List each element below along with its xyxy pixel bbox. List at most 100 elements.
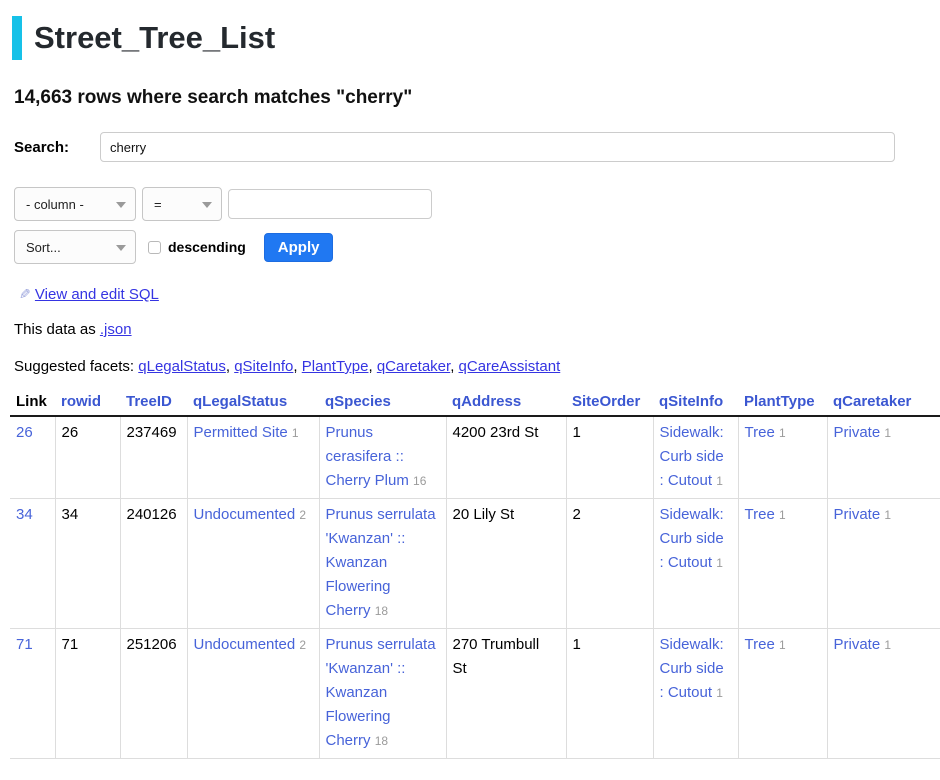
cell-qaddress: 270 Trumbull St: [446, 629, 566, 759]
facet-value-link[interactable]: Sidewalk: Curb side : Cutout: [660, 506, 724, 571]
cell-link: 34: [10, 499, 55, 629]
chevron-down-icon: [202, 202, 212, 208]
cell-treeid: 251206: [120, 629, 187, 759]
facets-label: Suggested facets:: [14, 358, 134, 375]
cell-qspecies: Prunus serrulata 'Kwanzan' :: Kwanzan Fl…: [319, 629, 446, 759]
results-table: Link rowid TreeID qLegalStatus qSpecies …: [10, 391, 940, 759]
data-as-label: This data as: [14, 321, 96, 338]
pencil-icon: ✎: [19, 286, 31, 303]
column-select[interactable]: - column -: [14, 187, 136, 221]
chevron-down-icon: [116, 245, 126, 251]
facet-link-qsiteinfo[interactable]: qSiteInfo: [234, 358, 293, 375]
facet-value-link[interactable]: Private: [834, 424, 881, 441]
column-header-treeid: TreeID: [120, 391, 187, 416]
operator-select-value: =: [154, 197, 162, 212]
cell-treeid: 237469: [120, 416, 187, 499]
cell-planttype: Tree 1: [738, 499, 827, 629]
facet-value-link[interactable]: Private: [834, 506, 881, 523]
column-header-planttype: PlantType: [738, 391, 827, 416]
cell-qsiteinfo: Sidewalk: Curb side : Cutout 1: [653, 499, 738, 629]
cell-qsiteinfo: Sidewalk: Curb side : Cutout 1: [653, 416, 738, 499]
facet-value-link[interactable]: Prunus serrulata 'Kwanzan' :: Kwanzan Fl…: [326, 636, 436, 749]
facet-count: 1: [716, 556, 723, 570]
facet-count: 1: [884, 426, 891, 440]
cell-siteorder: 1: [566, 629, 653, 759]
table-row: 71 71 251206 Undocumented 2 Prunus serru…: [10, 629, 940, 759]
sort-select[interactable]: Sort...: [14, 230, 136, 264]
search-input[interactable]: [100, 132, 895, 162]
cell-qsiteinfo: Sidewalk: Curb side : Cutout 1: [653, 629, 738, 759]
filter-row: - column - =: [14, 187, 940, 221]
facet-count: 2: [299, 508, 306, 522]
facet-link-planttype[interactable]: PlantType: [302, 358, 369, 375]
facet-link-qlegalstatus[interactable]: qLegalStatus: [138, 358, 226, 375]
table-row: 26 26 237469 Permitted Site 1 Prunus cer…: [10, 416, 940, 499]
search-row: Search:: [14, 132, 895, 162]
cell-rowid: 26: [55, 416, 120, 499]
facet-count: 18: [375, 734, 388, 748]
column-header-qspecies: qSpecies: [319, 391, 446, 416]
row-link[interactable]: 34: [16, 506, 33, 523]
facet-value-link[interactable]: Undocumented: [194, 506, 296, 523]
column-header-link: Link: [10, 391, 55, 416]
cell-qaddress: 20 Lily St: [446, 499, 566, 629]
cell-planttype: Tree 1: [738, 629, 827, 759]
operator-select[interactable]: =: [142, 187, 222, 221]
facet-link-qcareassistant[interactable]: qCareAssistant: [459, 358, 561, 375]
filter-value-input[interactable]: [228, 189, 432, 219]
facet-value-link[interactable]: Tree: [745, 506, 775, 523]
view-edit-sql-link[interactable]: View and edit SQL: [35, 286, 159, 303]
facet-count: 1: [779, 508, 786, 522]
cell-qaddress: 4200 23rd St: [446, 416, 566, 499]
facet-count: 1: [884, 508, 891, 522]
facet-link-qcaretaker[interactable]: qCaretaker: [377, 358, 450, 375]
facet-value-link[interactable]: Tree: [745, 424, 775, 441]
facet-value-link[interactable]: Prunus serrulata 'Kwanzan' :: Kwanzan Fl…: [326, 506, 436, 619]
facet-count: 1: [292, 426, 299, 440]
search-label: Search:: [14, 139, 100, 156]
column-select-value: - column -: [26, 197, 84, 212]
cell-qcaretaker: Private 1: [827, 629, 940, 759]
descending-checkbox[interactable]: [148, 241, 161, 254]
table-header-row: Link rowid TreeID qLegalStatus qSpecies …: [10, 391, 940, 416]
cell-qlegalstatus: Undocumented 2: [187, 499, 319, 629]
facet-count: 16: [413, 474, 426, 488]
facet-value-link[interactable]: Private: [834, 636, 881, 653]
row-link[interactable]: 26: [16, 424, 33, 441]
json-link[interactable]: .json: [100, 321, 132, 338]
sort-row: Sort... descending Apply: [14, 230, 940, 264]
facet-value-link[interactable]: Prunus cerasifera :: Cherry Plum: [326, 424, 409, 489]
cell-planttype: Tree 1: [738, 416, 827, 499]
facet-value-link[interactable]: Undocumented: [194, 636, 296, 653]
accent-bar: [12, 16, 22, 60]
page-title: Street_Tree_List: [34, 16, 275, 60]
cell-qlegalstatus: Undocumented 2: [187, 629, 319, 759]
cell-rowid: 71: [55, 629, 120, 759]
sort-select-value: Sort...: [26, 240, 61, 255]
table-row: 34 34 240126 Undocumented 2 Prunus serru…: [10, 499, 940, 629]
facet-value-link[interactable]: Sidewalk: Curb side : Cutout: [660, 424, 724, 489]
column-header-rowid: rowid: [55, 391, 120, 416]
cell-link: 71: [10, 629, 55, 759]
facet-count: 1: [716, 686, 723, 700]
row-link[interactable]: 71: [16, 636, 33, 653]
column-header-qlegalstatus: qLegalStatus: [187, 391, 319, 416]
apply-button[interactable]: Apply: [264, 233, 334, 262]
sql-line: ✎ View and edit SQL: [14, 286, 940, 303]
chevron-down-icon: [116, 202, 126, 208]
facet-value-link[interactable]: Tree: [745, 636, 775, 653]
cell-rowid: 34: [55, 499, 120, 629]
facet-value-link[interactable]: Permitted Site: [194, 424, 288, 441]
cell-link: 26: [10, 416, 55, 499]
column-header-siteorder: SiteOrder: [566, 391, 653, 416]
facet-value-link[interactable]: Sidewalk: Curb side : Cutout: [660, 636, 724, 701]
cell-siteorder: 2: [566, 499, 653, 629]
column-header-qsiteinfo: qSiteInfo: [653, 391, 738, 416]
cell-qcaretaker: Private 1: [827, 416, 940, 499]
column-header-qaddress: qAddress: [446, 391, 566, 416]
cell-qlegalstatus: Permitted Site 1: [187, 416, 319, 499]
cell-treeid: 240126: [120, 499, 187, 629]
cell-qcaretaker: Private 1: [827, 499, 940, 629]
cell-qspecies: Prunus serrulata 'Kwanzan' :: Kwanzan Fl…: [319, 499, 446, 629]
title-bar: Street_Tree_List: [12, 16, 940, 60]
